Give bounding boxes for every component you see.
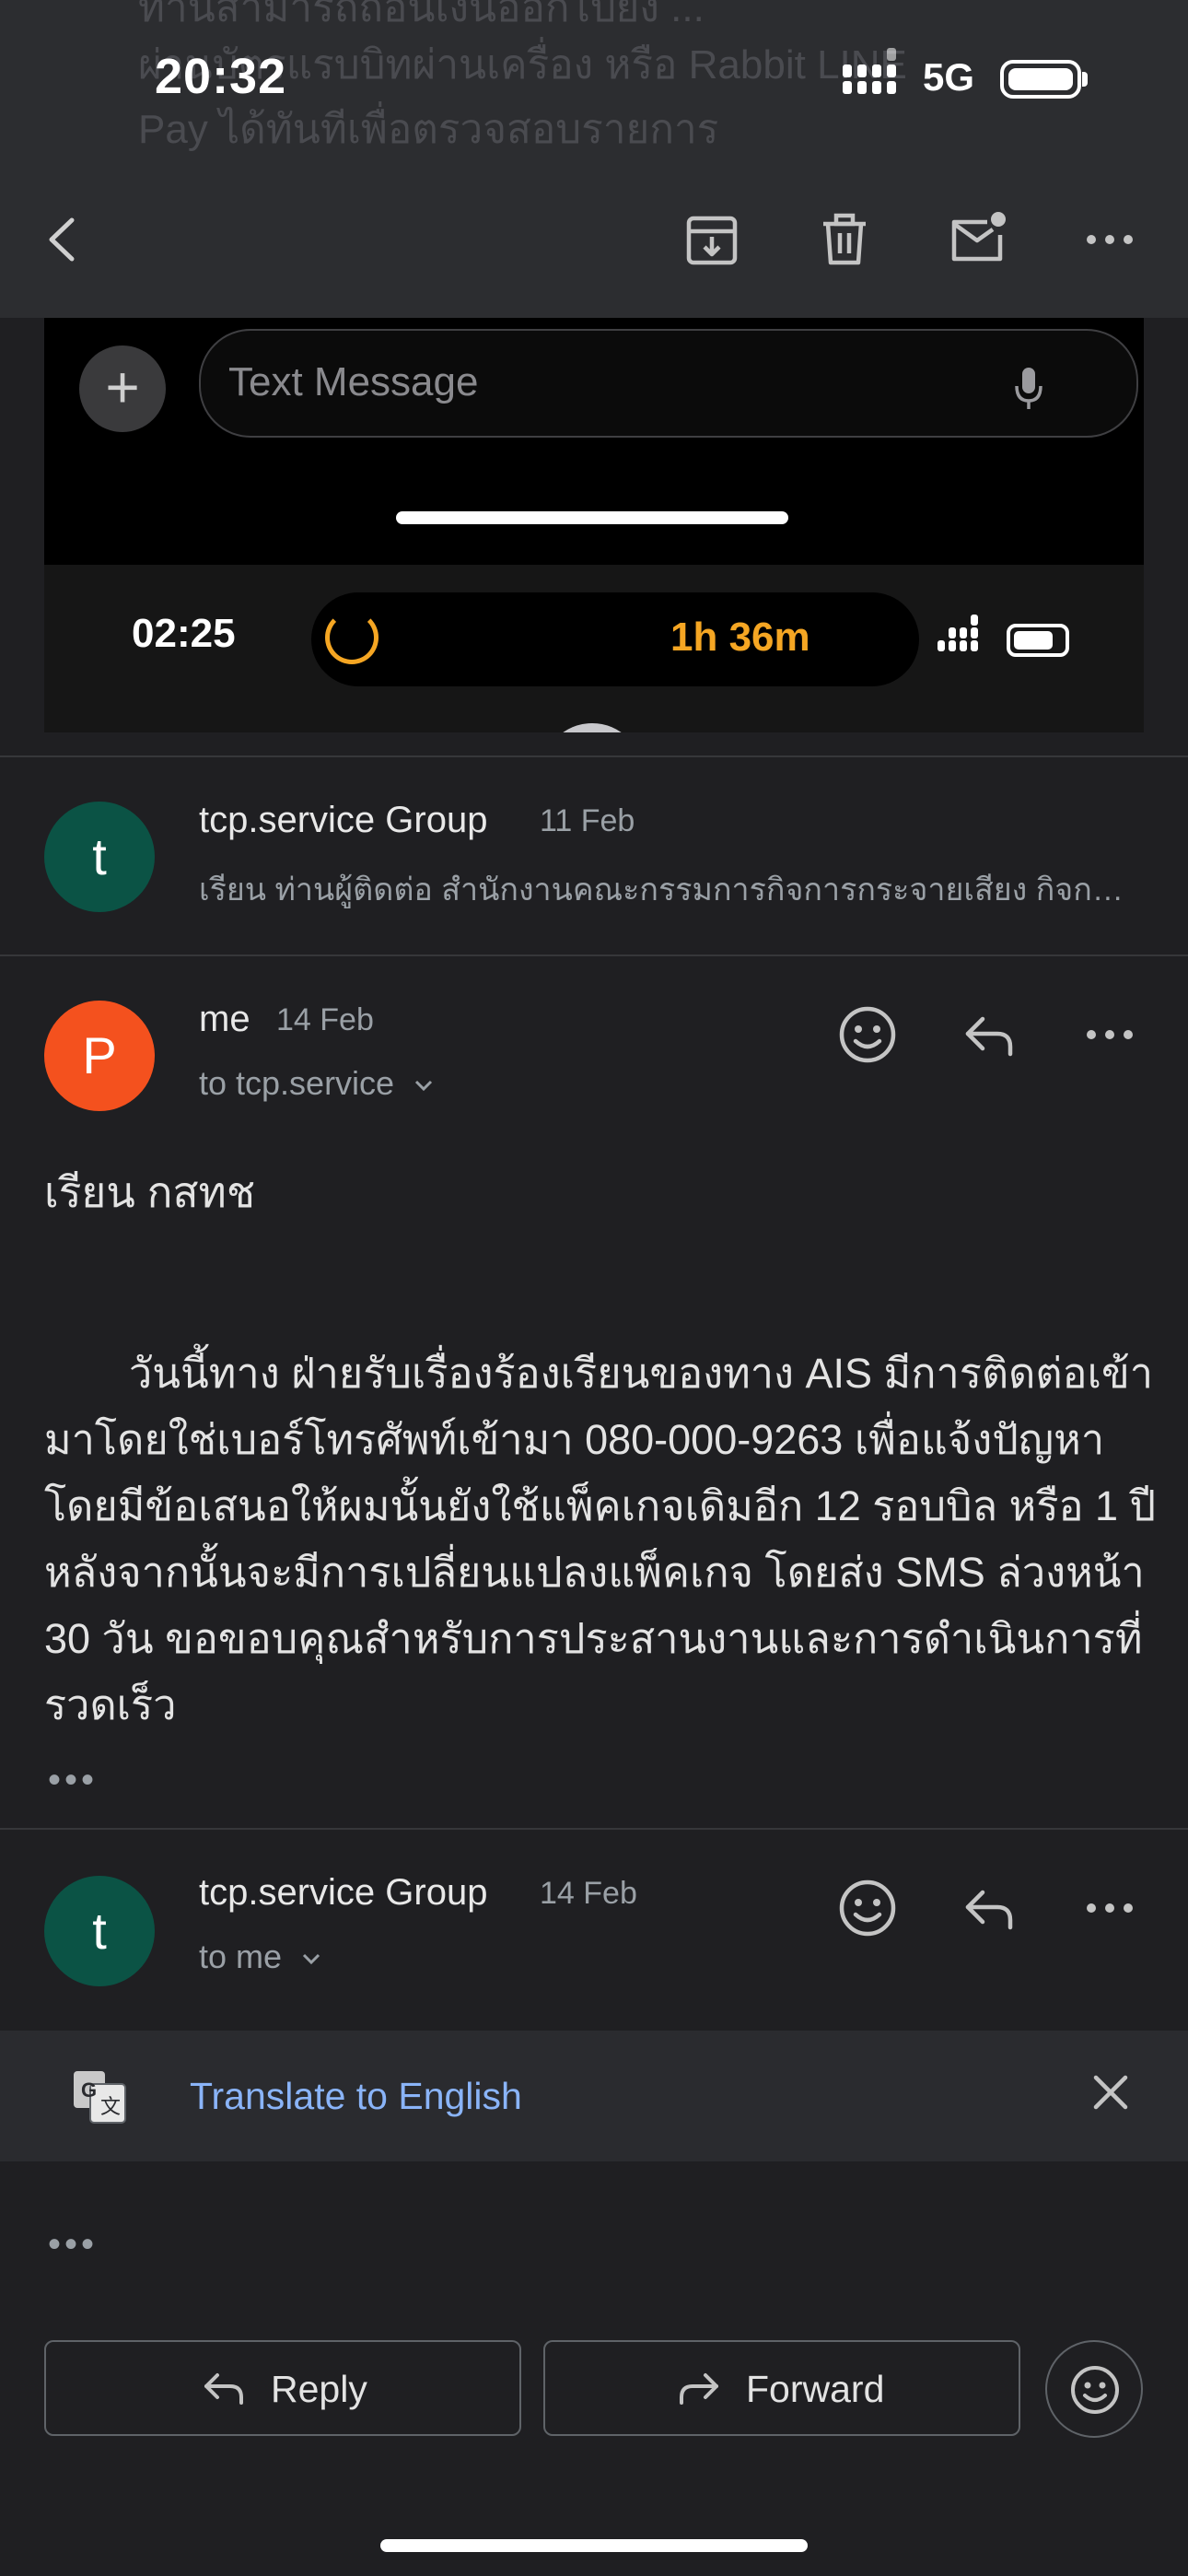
recipient-label[interactable]: to me bbox=[199, 1938, 324, 1976]
show-trimmed-content-button[interactable]: ••• bbox=[48, 1760, 98, 1801]
plus-icon: + bbox=[79, 345, 166, 432]
embedded-timer: 1h 36m bbox=[670, 615, 810, 660]
battery-icon bbox=[1007, 624, 1069, 657]
status-time: 20:32 bbox=[155, 49, 287, 104]
sender-name: tcp.service Group bbox=[199, 1872, 488, 1913]
forward-button[interactable]: Forward bbox=[543, 2340, 1020, 2436]
recipient-label[interactable]: to tcp.service bbox=[199, 1064, 437, 1103]
chevron-down-icon bbox=[415, 1080, 433, 1092]
dynamic-island bbox=[311, 592, 919, 686]
battery-icon bbox=[1000, 60, 1081, 99]
show-trimmed-content-button[interactable]: ••• bbox=[48, 2224, 98, 2266]
more-horizontal-icon[interactable] bbox=[1077, 207, 1142, 272]
back-icon[interactable] bbox=[31, 207, 96, 272]
message-date: 14 Feb bbox=[540, 1876, 637, 1911]
top-app-bar: ท่านสามารถถอนเงินออกไปยัง ... ผ่านบัตรแร… bbox=[0, 0, 1188, 318]
sender-name: tcp.service Group bbox=[199, 800, 488, 840]
translate-link[interactable]: Translate to English bbox=[190, 2075, 522, 2118]
add-reaction-icon[interactable] bbox=[835, 1002, 900, 1067]
more-horizontal-icon[interactable] bbox=[1077, 1876, 1142, 1940]
message-body: วันนี้ทาง ฝ่ายรับเรื่องร้องเรียนของทาง A… bbox=[44, 1350, 1157, 1728]
svg-text:文: 文 bbox=[100, 2095, 121, 2118]
svg-text:G: G bbox=[81, 2078, 97, 2102]
close-icon[interactable] bbox=[1087, 2068, 1135, 2116]
forward-label: Forward bbox=[746, 2368, 885, 2410]
reply-button[interactable]: Reply bbox=[44, 2340, 521, 2436]
microphone-icon bbox=[1015, 368, 1042, 409]
recipient-text: to me bbox=[199, 1938, 283, 1975]
thread-item-collapsed[interactable]: t tcp.service Group 11 Feb เรียน ท่านผู้… bbox=[0, 757, 1188, 954]
divider bbox=[0, 1828, 1188, 1830]
more-horizontal-icon[interactable] bbox=[1077, 1002, 1142, 1067]
avatar: t bbox=[44, 802, 155, 912]
forward-icon bbox=[680, 2373, 718, 2405]
sender-name: me bbox=[199, 999, 250, 1039]
home-bar-image bbox=[396, 511, 788, 524]
message-snippet: เรียน ท่านผู้ติดต่อ สำนักงานคณะกรรมการกิ… bbox=[199, 872, 1129, 907]
reply-icon[interactable] bbox=[957, 1876, 1021, 1940]
avatar: P bbox=[44, 1001, 155, 1111]
chevron-down-icon bbox=[303, 1953, 320, 1965]
add-reaction-icon[interactable] bbox=[835, 1876, 900, 1940]
network-label: 5G bbox=[923, 55, 975, 99]
message-placeholder: Text Message bbox=[228, 359, 479, 404]
background-text-line: ท่านสามารถถอนเงินออกไปยัง ... bbox=[138, 0, 705, 30]
message-salutation: เรียน กสทช bbox=[44, 1168, 256, 1216]
translate-icon: G 文 bbox=[74, 2071, 126, 2124]
timer-icon bbox=[325, 611, 379, 664]
trash-icon[interactable] bbox=[812, 207, 877, 272]
mail-unread-icon[interactable] bbox=[945, 207, 1009, 272]
message-date: 14 Feb bbox=[276, 1002, 374, 1037]
translate-banner bbox=[0, 2031, 1188, 2161]
reply-icon[interactable] bbox=[957, 1002, 1021, 1067]
add-reaction-icon bbox=[1071, 2366, 1119, 2414]
divider bbox=[0, 954, 1188, 956]
recipient-text: to tcp.service bbox=[199, 1064, 395, 1102]
reply-label: Reply bbox=[271, 2368, 367, 2410]
avatar: t bbox=[44, 1876, 155, 1986]
home-indicator bbox=[380, 2539, 808, 2552]
background-text-line: Pay ได้ทันทีเพื่อตรวจสอบรายการ bbox=[138, 107, 719, 152]
message-date: 11 Feb bbox=[540, 803, 635, 838]
add-reaction-button[interactable] bbox=[1045, 2340, 1143, 2438]
archive-icon[interactable] bbox=[680, 207, 744, 272]
reply-icon bbox=[204, 2373, 243, 2405]
embedded-time: 02:25 bbox=[132, 611, 236, 656]
embedded-screenshot[interactable]: + Text Message 02:25 1h 36m bbox=[44, 318, 1144, 732]
